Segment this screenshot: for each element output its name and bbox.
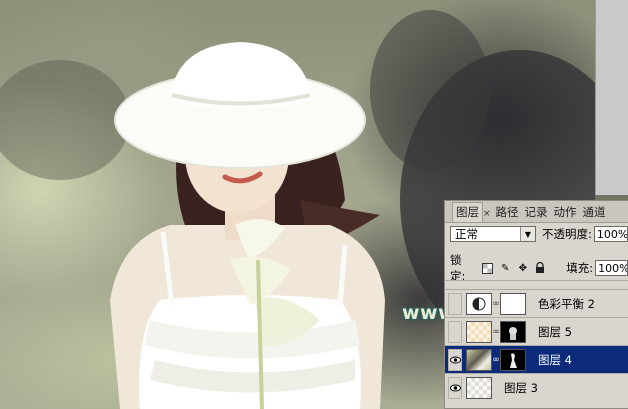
- layer-name: 图层 5: [538, 324, 572, 339]
- panel-tab-bar: 图层 × 路径 记录 动作 通道: [445, 201, 628, 223]
- blend-mode-select[interactable]: 正常 ▼: [450, 226, 536, 242]
- opacity-label: 不透明度:: [542, 227, 592, 241]
- layer-name: 色彩平衡 2: [538, 296, 595, 311]
- layer-thumbnail[interactable]: [466, 320, 492, 343]
- layer-name: 图层 3: [504, 380, 538, 395]
- layer-row-top[interactable]: [445, 280, 628, 289]
- visibility-toggle[interactable]: [448, 320, 462, 343]
- move-icon[interactable]: ✥: [517, 262, 529, 274]
- layer-mask-thumbnail[interactable]: [500, 320, 526, 343]
- layer-row-layer-5[interactable]: ∞ 图层 5: [445, 317, 628, 345]
- link-icon: ∞: [492, 298, 500, 309]
- visibility-toggle[interactable]: [448, 292, 462, 315]
- tab-actions[interactable]: 动作: [551, 204, 580, 222]
- layer-name: 图层 4: [538, 352, 572, 367]
- opacity-input[interactable]: 100%: [593, 226, 628, 242]
- link-icon: ∞: [492, 354, 500, 365]
- chevron-down-icon[interactable]: ▼: [520, 227, 535, 241]
- tab-layers[interactable]: 图层: [452, 202, 483, 222]
- layer-row-layer-3[interactable]: 图层 3: [445, 373, 628, 401]
- layer-thumbnail[interactable]: [466, 376, 492, 399]
- tab-channels[interactable]: 通道: [580, 204, 609, 222]
- eye-icon[interactable]: [448, 348, 462, 371]
- eye-icon[interactable]: [448, 376, 462, 399]
- layer-mask-thumbnail[interactable]: [500, 292, 526, 315]
- blend-opacity-row: 正常 ▼ 不透明度: 100%: [450, 226, 628, 242]
- adjustment-icon: [466, 292, 492, 315]
- tab-paths[interactable]: 路径: [493, 204, 522, 222]
- blend-mode-value: 正常: [455, 227, 478, 241]
- layer-thumbnail[interactable]: [466, 348, 492, 371]
- tab-history[interactable]: 记录: [522, 204, 551, 222]
- link-icon: ∞: [492, 326, 500, 337]
- layer-mask-thumbnail[interactable]: [500, 348, 526, 371]
- lock-transparency-icon[interactable]: [482, 262, 494, 274]
- layers-panel: 图层 × 路径 记录 动作 通道 正常 ▼ 不透明度: 100% 锁定: ✎ ✥…: [444, 200, 628, 409]
- lock-icon[interactable]: [535, 262, 547, 274]
- fill-label: 填充:: [566, 261, 594, 275]
- brush-icon[interactable]: ✎: [499, 262, 511, 274]
- close-icon[interactable]: ×: [483, 209, 491, 219]
- layer-list: ∞ 色彩平衡 2 ∞ 图层 5 ∞ 图层 4 图层 3: [445, 280, 628, 401]
- layer-row-color-balance-2[interactable]: ∞ 色彩平衡 2: [445, 289, 628, 317]
- layer-row-layer-4[interactable]: ∞ 图层 4: [445, 345, 628, 373]
- canvas-scroll-area: [595, 0, 628, 195]
- fill-input[interactable]: 100%: [595, 260, 628, 276]
